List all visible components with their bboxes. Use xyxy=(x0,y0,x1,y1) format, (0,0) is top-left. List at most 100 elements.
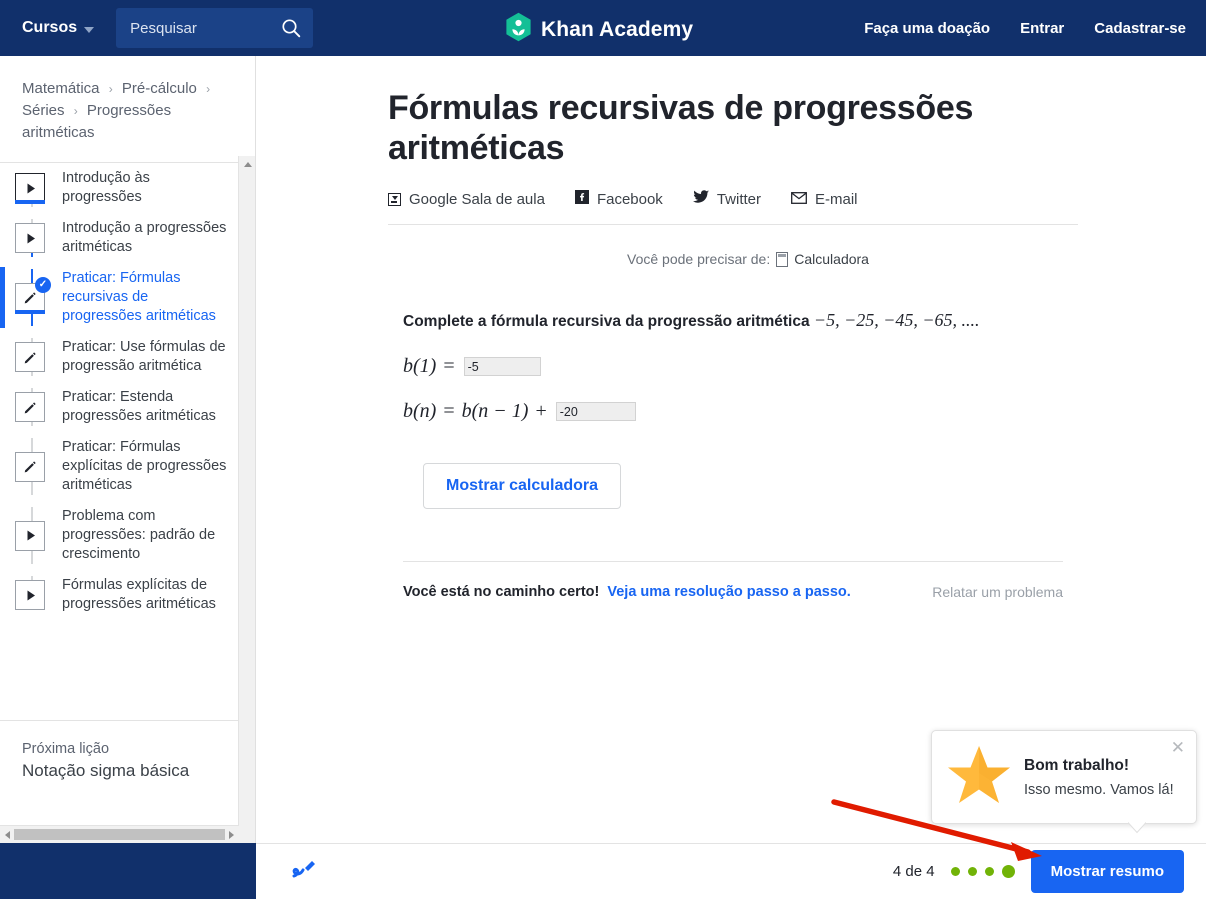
show-calculator-button[interactable]: Mostrar calculadora xyxy=(423,463,622,509)
completed-check-icon: ✓ xyxy=(35,276,51,293)
courses-label: Cursos xyxy=(22,19,78,36)
breadcrumb-item-2[interactable]: Séries xyxy=(22,102,65,119)
facebook-icon xyxy=(574,190,589,208)
sidebar-lesson-label: Praticar: Fórmulas explícitas de progres… xyxy=(62,439,227,493)
answer-input-2[interactable]: -20 xyxy=(555,402,636,421)
sidebar-lesson-item[interactable]: Praticar: Use fórmulas de progressão ari… xyxy=(0,332,239,382)
lesson-rail xyxy=(0,438,60,495)
pencil-icon: ✓ xyxy=(15,276,51,314)
lesson-rail xyxy=(0,169,60,207)
lesson-rail xyxy=(0,388,60,426)
equation-1-operator: = xyxy=(443,355,455,377)
next-lesson-block[interactable]: Próxima lição Notação sigma básica xyxy=(0,720,238,797)
answer-input-1[interactable]: -5 xyxy=(463,357,541,376)
search-input[interactable] xyxy=(116,18,267,38)
share-twitter[interactable]: Twitter xyxy=(692,190,761,208)
sidebar-footer-band xyxy=(0,843,256,899)
play-icon xyxy=(15,580,45,610)
login-link[interactable]: Entrar xyxy=(1020,20,1064,37)
lesson-rail xyxy=(0,219,60,257)
close-icon[interactable]: ✕ xyxy=(1171,739,1185,756)
question-sequence: −5, −25, −45, −65, .... xyxy=(813,310,980,330)
question-text: Complete a fórmula recursiva da progress… xyxy=(403,313,810,330)
share-google-classroom[interactable]: Google Sala de aula xyxy=(388,191,545,208)
sidebar-vertical-scrollbar[interactable] xyxy=(238,156,255,897)
sidebar-lesson-label: Praticar: Fórmulas recursivas de progres… xyxy=(62,270,216,324)
breadcrumb-item-0[interactable]: Matemática xyxy=(22,80,100,97)
sidebar-horizontal-scrollbar[interactable] xyxy=(0,825,239,843)
brand-name: Khan Academy xyxy=(541,17,694,41)
breadcrumb: Matemática › Pré-cálculo › Séries › Prog… xyxy=(0,56,255,163)
bottom-bar-right: 4 de 4 Mostrar resumo xyxy=(893,850,1184,893)
top-navigation-bar: Cursos Khan Academy Faça uma doação Entr… xyxy=(0,0,1206,56)
equation-row-2: b(n) = b(n − 1) + -20 xyxy=(403,400,1093,423)
calculator-link[interactable]: Calculadora xyxy=(794,251,869,267)
feedback-message: Você está no caminho certo! xyxy=(403,584,600,600)
progress-dot-current xyxy=(1001,865,1015,878)
equation-2-plus: + xyxy=(535,400,547,422)
feedback-message-group: Você está no caminho certo! Veja uma res… xyxy=(403,584,851,600)
popup-subtitle: Isso mesmo. Vamos lá! xyxy=(1024,781,1174,798)
email-icon xyxy=(791,191,807,208)
sidebar-lesson-item[interactable]: Introdução às progressões xyxy=(0,163,239,213)
equation-2-lhs: b(n) xyxy=(403,400,437,422)
lesson-rail: ✓ xyxy=(0,269,60,326)
share-facebook[interactable]: Facebook xyxy=(574,190,663,208)
search-box[interactable] xyxy=(116,8,314,48)
play-icon xyxy=(15,173,45,204)
step-by-step-link[interactable]: Veja uma resolução passo a passo. xyxy=(607,584,850,600)
progress-count: 4 de 4 xyxy=(892,863,935,880)
signup-link[interactable]: Cadastrar-se xyxy=(1094,20,1186,37)
share-email[interactable]: E-mail xyxy=(791,191,858,208)
progress-dot xyxy=(984,867,994,876)
play-icon xyxy=(15,223,45,253)
google-classroom-icon xyxy=(388,192,401,206)
breadcrumb-separator: › xyxy=(108,82,113,96)
breadcrumb-item-1[interactable]: Pré-cálculo xyxy=(122,80,197,97)
sidebar-lesson-label: Introdução às progressões xyxy=(62,170,150,205)
lesson-list: Introdução às progressões Introdução a pr… xyxy=(0,156,239,620)
share-label: Facebook xyxy=(596,190,663,208)
progress-dots xyxy=(950,865,1015,878)
lesson-rail xyxy=(0,576,60,614)
scroll-up-arrow-icon[interactable] xyxy=(239,156,256,173)
sidebar-lesson-item[interactable]: Fórmulas explícitas de progressões aritm… xyxy=(0,570,239,620)
sidebar-lesson-label: Praticar: Use fórmulas de progressão ari… xyxy=(62,339,226,374)
progress-dot xyxy=(950,867,960,876)
report-problem-link[interactable]: Relatar um problema xyxy=(932,584,1063,600)
share-row: Google Sala de aula Facebook Twitter E-m… xyxy=(388,190,1078,225)
popup-title: Bom trabalho! xyxy=(1024,756,1130,774)
scratchpad-icon[interactable] xyxy=(289,855,319,888)
sidebar-lesson-item[interactable]: Praticar: Fórmulas explícitas de progres… xyxy=(0,432,239,501)
equation-2-operator: = xyxy=(443,400,455,422)
popup-text-group: Bom trabalho! Isso mesmo. Vamos lá! xyxy=(1024,757,1174,798)
star-icon xyxy=(946,743,1012,812)
show-summary-button[interactable]: Mostrar resumo xyxy=(1030,850,1184,893)
sidebar-lesson-label: Problema com progressões: padrão de cres… xyxy=(62,508,216,562)
khan-academy-logo-link[interactable]: Khan Academy xyxy=(505,12,693,47)
search-icon[interactable] xyxy=(281,18,301,43)
scroll-right-arrow-icon[interactable] xyxy=(229,830,234,839)
sidebar-lesson-item[interactable]: ✓ Praticar: Fórmulas recursivas de progre… xyxy=(0,263,239,332)
main-content: Fórmulas recursivas de progressões aritm… xyxy=(256,56,1206,843)
header-links: Faça uma doação Entrar Cadastrar-se xyxy=(864,0,1186,56)
pencil-icon xyxy=(15,342,45,372)
khan-academy-leaf-icon xyxy=(505,12,532,47)
share-label: E-mail xyxy=(815,190,858,208)
horizontal-scroll-thumb[interactable] xyxy=(14,829,225,840)
sidebar-lesson-item[interactable]: Praticar: Estenda progressões aritmética… xyxy=(0,382,239,432)
lesson-list-scroll-area[interactable]: Introdução às progressões Introdução a pr… xyxy=(0,156,239,797)
lesson-progress-underline xyxy=(15,200,45,204)
share-label: Twitter xyxy=(716,190,761,208)
pencil-icon xyxy=(15,451,45,482)
scroll-left-arrow-icon[interactable] xyxy=(5,830,10,839)
courses-menu-button[interactable]: Cursos xyxy=(22,19,95,37)
sidebar-lesson-label: Fórmulas explícitas de progressões aritm… xyxy=(62,577,216,612)
donate-link[interactable]: Faça uma doação xyxy=(864,20,990,37)
sidebar-lesson-item[interactable]: Introdução a progressões aritméticas xyxy=(0,213,239,263)
equation-2-rhs: b(n − 1) xyxy=(461,400,529,422)
breadcrumb-separator: › xyxy=(206,82,211,96)
lesson-rail xyxy=(0,338,60,376)
sidebar-lesson-item[interactable]: Problema com progressões: padrão de cres… xyxy=(0,501,239,570)
progress-dot xyxy=(967,867,977,876)
